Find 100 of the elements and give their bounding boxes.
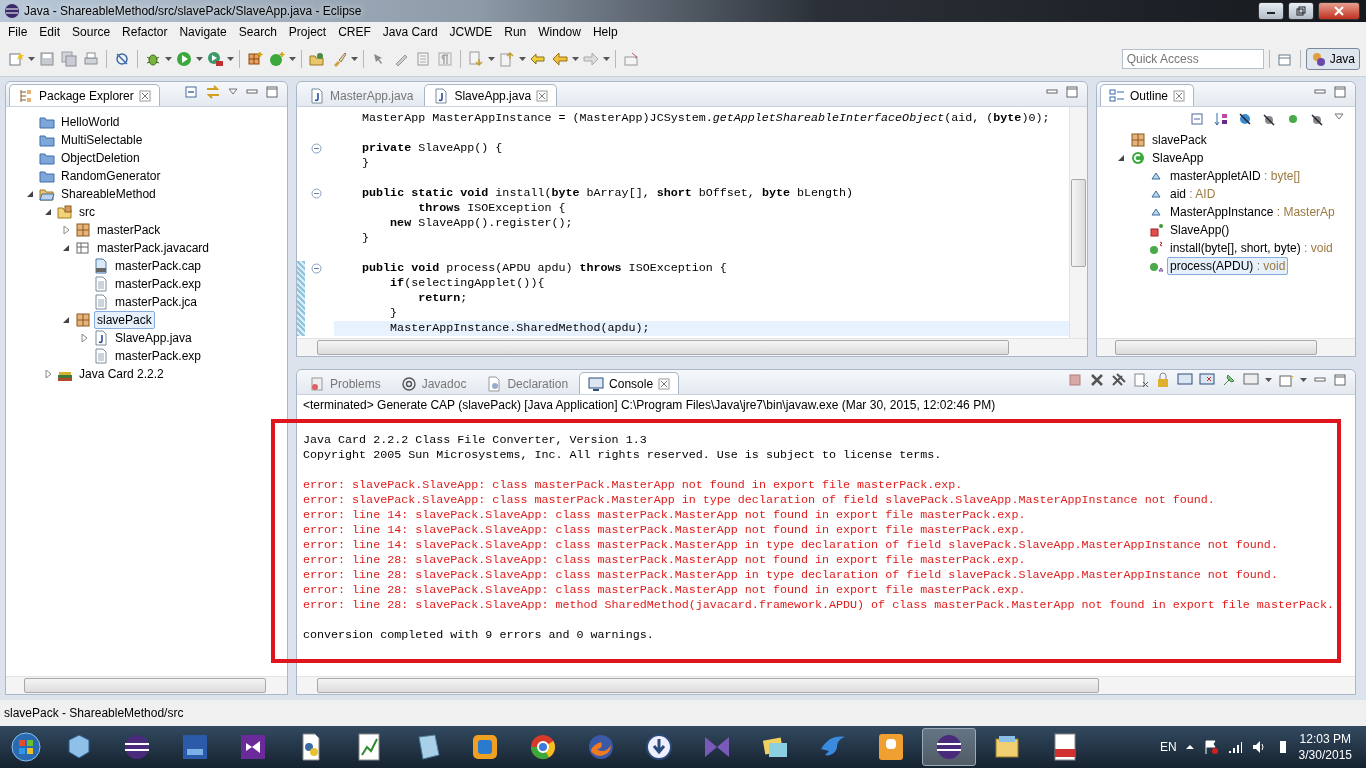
class-plus-icon (269, 51, 285, 67)
process-label: <terminated> Generate CAP (slavePack) [Java Application] C:\Program Files\Java\jre7\bin\javaw.exe (Mar 30, 2015, 12:02:46 PM) (302, 397, 997, 414)
editor-tab[interactable]: SlaveApp.java (424, 84, 558, 106)
right-arrow-icon (583, 51, 599, 67)
view-tab[interactable]: Package Explorer (9, 84, 160, 106)
crossed-ball-icon (1237, 111, 1253, 127)
menu-item[interactable]: Help (586, 25, 624, 39)
tree-toggle[interactable] (26, 190, 34, 198)
tree-item[interactable]: RandomGenerator (58, 167, 164, 185)
speaker-icon (1250, 739, 1267, 755)
tree-toggle[interactable] (80, 334, 88, 342)
maximize-icon (1065, 85, 1079, 99)
menu-item[interactable]: Edit (33, 25, 67, 39)
menu-item[interactable]: Search (232, 25, 283, 39)
download-circle-icon (643, 731, 675, 763)
menu-item[interactable]: JCWDE (443, 25, 499, 39)
java-file-icon (433, 87, 450, 104)
tree-item[interactable]: install(byte[], short, byte) : void (1167, 239, 1336, 257)
menu-item[interactable]: Navigate (173, 25, 233, 39)
menu-item[interactable]: Refactor (116, 25, 174, 39)
outline-icon (1109, 87, 1125, 104)
view-tab[interactable]: Outline (1100, 84, 1195, 106)
code-line: new SlaveApp().register(); (389, 216, 574, 231)
code-line: MasterApp MasterAppInstance = (MasterApp)JCSystem.getAppletShareableInterfaceObject(aid, (byte)0); (361, 111, 1051, 126)
tree-item[interactable]: process(APDU) : void (1167, 257, 1289, 275)
caret-icon (603, 57, 610, 61)
menu-item[interactable]: CREF (332, 25, 377, 39)
view-tab[interactable]: Declaration (477, 372, 578, 394)
language-indicator[interactable]: EN (1159, 740, 1177, 754)
package-plus-icon (247, 51, 263, 67)
maximize-button[interactable] (1288, 2, 1314, 20)
taskbar-button[interactable] (922, 728, 976, 766)
tree-toggle[interactable] (62, 244, 70, 252)
tree-item[interactable]: MultiSelectable (58, 131, 146, 149)
tree-item[interactable]: aid : AID (1167, 185, 1219, 203)
caret-icon (165, 57, 172, 61)
tree-item[interactable]: src (76, 203, 98, 221)
tree-toggle[interactable] (62, 226, 70, 234)
menu-item[interactable]: Source (66, 25, 117, 39)
console-line: conversion completed with 9 errors and 0 warnings. (303, 628, 655, 643)
new-file-icon (8, 51, 24, 67)
folder-icon (39, 150, 55, 166)
view-tab[interactable]: Console (579, 372, 680, 394)
tree-item[interactable]: Java Card 2.2.2 (76, 365, 167, 383)
perspective-button[interactable]: Java (1305, 48, 1360, 70)
tree-item[interactable]: HelloWorld (58, 113, 123, 131)
toolbar-button[interactable] (267, 49, 287, 69)
tree-item[interactable]: slavePack (1149, 131, 1210, 149)
open-folder-icon (39, 186, 55, 202)
play-toolbox-icon (207, 51, 223, 67)
caret-icon (488, 57, 495, 61)
minimize-button[interactable] (1258, 2, 1284, 20)
tree-item[interactable]: masterPack.exp (112, 347, 205, 365)
collapsed-arrow-icon (44, 370, 52, 378)
maximize-icon (265, 85, 279, 99)
remove-all-icon (1111, 372, 1127, 388)
tree-toggle[interactable] (1117, 154, 1125, 162)
tree-toggle[interactable] (44, 370, 52, 378)
tree-item[interactable]: SlaveApp() (1167, 221, 1233, 239)
tree-item[interactable]: SlaveApp (1149, 149, 1207, 167)
tree-item[interactable]: masterPack.javacard (94, 239, 213, 257)
vertical-scrollbar[interactable] (1069, 107, 1087, 338)
window-title: Java - ShareableMethod/src/slavePack/SlaveApp.java - Eclipse (24, 4, 363, 18)
tree-item[interactable]: SlaveApp.java (112, 329, 195, 347)
view-tab[interactable]: Problems (300, 372, 390, 394)
maximize-icon (1333, 373, 1347, 387)
tree-item[interactable]: masterPack (94, 221, 164, 239)
tree-item[interactable]: masterPack.jca (112, 293, 201, 311)
close-icon (138, 89, 151, 102)
horizontal-scrollbar[interactable] (1097, 338, 1355, 356)
quick-access-field[interactable]: Quick Access (1121, 49, 1264, 69)
tree-item[interactable]: ShareableMethod (58, 185, 159, 203)
clear-console-icon (1133, 372, 1149, 388)
code-line: } (389, 306, 399, 321)
toolbar-button[interactable] (205, 49, 225, 69)
horizontal-scrollbar[interactable] (297, 676, 1355, 694)
editor-tab[interactable]: MasterApp.java (300, 84, 423, 106)
tree-toggle[interactable] (62, 316, 70, 324)
tree-item[interactable]: masterPack.exp (112, 275, 205, 293)
menu-item[interactable]: Project (282, 25, 333, 39)
tree-item[interactable]: masterPack.cap (112, 257, 205, 275)
toolbar-button[interactable] (174, 49, 194, 69)
menu-item[interactable]: Java Card (376, 25, 444, 39)
new-console-icon (1278, 372, 1294, 388)
tree-item[interactable]: MasterAppInstance : MasterAp (1167, 203, 1338, 221)
menu-item[interactable]: Window (532, 25, 587, 39)
tree-item[interactable]: slavePack (94, 311, 155, 329)
horizontal-scrollbar[interactable] (297, 338, 1087, 356)
error-line: error: slavePack.SlaveApp: class masterPack.MasterApp not found in export file masterPack.exp. (303, 478, 964, 493)
horizontal-scrollbar[interactable] (6, 676, 287, 694)
view-tab[interactable]: Javadoc (391, 372, 476, 394)
menu-item[interactable]: File (2, 25, 34, 39)
menu-item[interactable]: Run (498, 25, 533, 39)
expanded-arrow-icon (44, 208, 52, 216)
windows-orb-icon (10, 731, 42, 763)
tree-item[interactable]: ObjectDeletion (58, 149, 143, 167)
tree-item[interactable]: masterAppletAID : byte[] (1167, 167, 1304, 185)
tree-toggle[interactable] (44, 208, 52, 216)
close-button[interactable] (1318, 2, 1360, 20)
link-arrows-icon (205, 84, 221, 100)
